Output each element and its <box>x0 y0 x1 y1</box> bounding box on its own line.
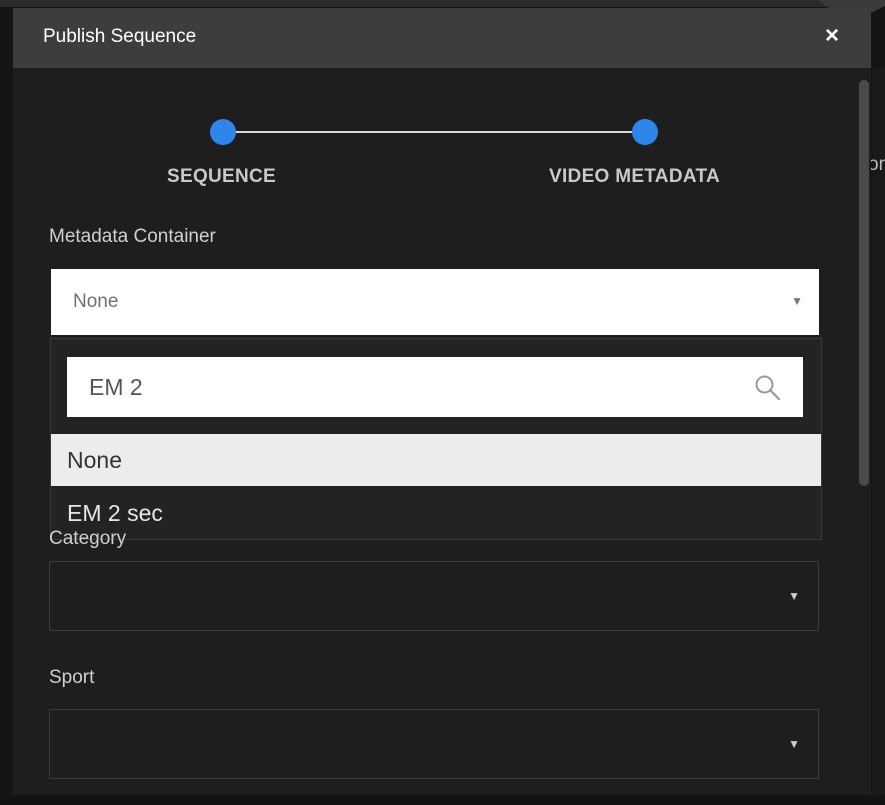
background-bottom-strip <box>0 795 885 805</box>
publish-sequence-dialog: Publish Sequence × SEQUENCE VIDEO METADA… <box>13 8 871 795</box>
step-video-metadata-dot[interactable] <box>632 119 658 145</box>
chevron-down-icon: ▼ <box>788 737 800 751</box>
background-top-bar <box>0 0 885 7</box>
metadata-container-select[interactable]: None ▼ <box>51 269 819 335</box>
close-icon[interactable]: × <box>819 22 845 50</box>
scrollbar-thumb[interactable] <box>859 80 869 486</box>
sport-label: Sport <box>49 667 95 688</box>
dropdown-search-box[interactable] <box>67 357 803 417</box>
dialog-title: Publish Sequence <box>43 26 197 47</box>
category-label: Category <box>49 528 127 549</box>
sport-select[interactable]: ▼ <box>49 709 819 779</box>
step-sequence-dot[interactable] <box>210 119 236 145</box>
step-video-metadata-label: VIDEO METADATA <box>549 166 720 187</box>
metadata-container-label: Metadata Container <box>49 226 216 247</box>
dropdown-option-em-2-sec[interactable]: EM 2 sec <box>51 487 821 539</box>
chevron-down-icon: ▼ <box>791 294 803 308</box>
metadata-container-dropdown: None EM 2 sec <box>50 338 822 540</box>
metadata-container-selected-value: None <box>73 291 119 312</box>
chevron-down-icon: ▼ <box>788 589 800 603</box>
dialog-header: Publish Sequence × <box>13 8 871 68</box>
dropdown-search-input[interactable] <box>89 373 709 401</box>
search-icon[interactable] <box>753 373 781 401</box>
dropdown-option-none[interactable]: None <box>51 434 821 486</box>
step-sequence-label: SEQUENCE <box>167 166 277 187</box>
category-select[interactable]: ▼ <box>49 561 819 631</box>
background-right-panel <box>873 68 885 805</box>
stepper-connector <box>225 131 645 133</box>
